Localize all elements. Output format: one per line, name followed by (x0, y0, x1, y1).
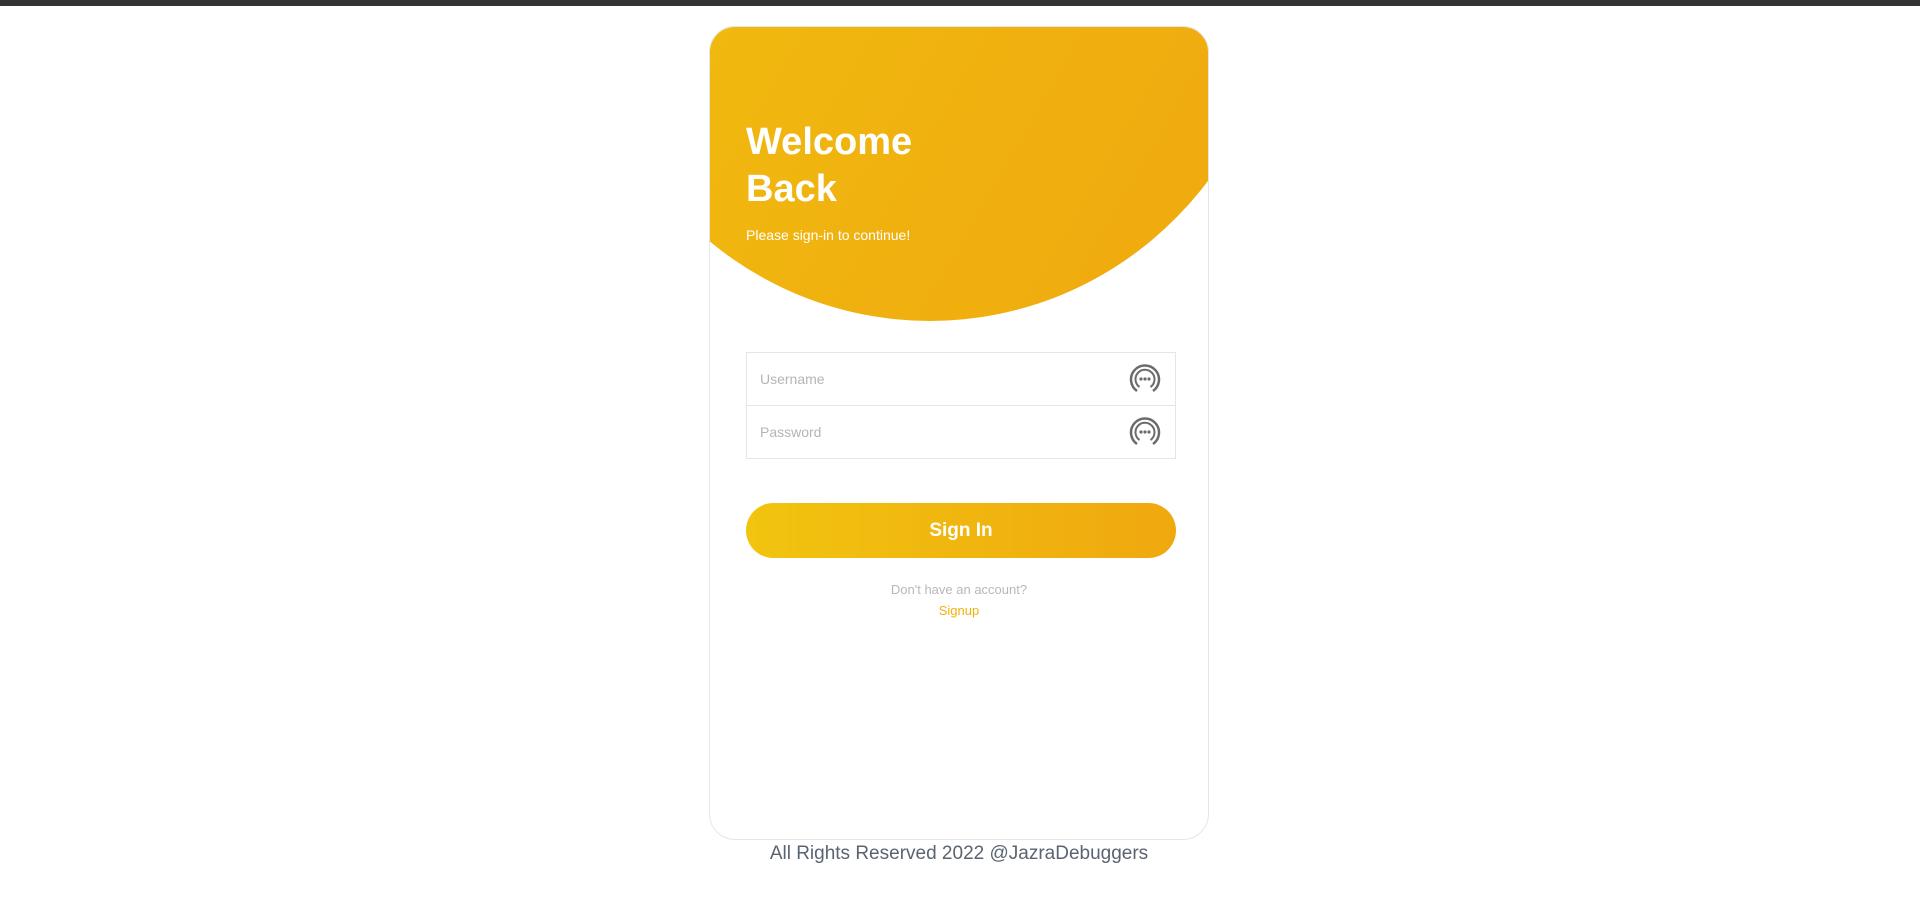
signup-prompt: Don't have an account? Signup (710, 579, 1208, 621)
login-form (746, 352, 1176, 459)
chat-dots-icon (1129, 417, 1161, 446)
username-input[interactable] (747, 353, 1175, 405)
page-subtitle: Please sign-in to continue! (746, 227, 911, 243)
footer-copyright: All Rights Reserved 2022 @JazraDebuggers (769, 843, 1149, 864)
login-card: Welcome Back Please sign-in to continue! (709, 26, 1209, 840)
sign-in-button[interactable]: Sign In (746, 503, 1176, 558)
chat-dots-icon (1129, 364, 1161, 393)
password-field-row (747, 405, 1175, 458)
browser-top-bar (0, 0, 1920, 6)
signup-link[interactable]: Signup (939, 600, 979, 621)
page-title: Welcome Back (746, 121, 913, 210)
signup-question: Don't have an account? (890, 582, 1028, 597)
hero: Welcome Back Please sign-in to continue! (746, 119, 946, 243)
username-field-row (747, 353, 1175, 405)
password-input[interactable] (747, 406, 1175, 458)
